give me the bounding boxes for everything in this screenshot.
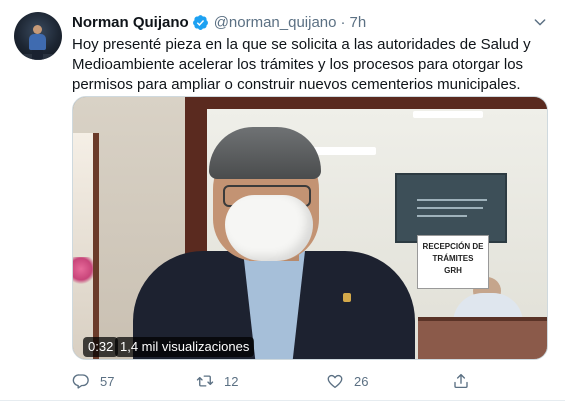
like-button[interactable]: 26 bbox=[326, 372, 368, 390]
author-avatar[interactable] bbox=[14, 12, 62, 60]
author-name[interactable]: Norman Quijano bbox=[72, 14, 189, 31]
share-button[interactable] bbox=[452, 372, 470, 390]
scene-counter bbox=[418, 317, 547, 359]
scene-ceiling-light bbox=[413, 111, 483, 118]
scene-flowers bbox=[73, 257, 93, 287]
paper-sign-line: RECEPCIÓN DE bbox=[422, 242, 484, 251]
video-views-badge: 1,4 mil visualizaciones bbox=[115, 337, 255, 357]
tweet-timestamp[interactable]: 7h bbox=[350, 14, 367, 31]
avatar-figure-body bbox=[29, 34, 46, 50]
sign-line bbox=[417, 199, 487, 201]
man-face-mask bbox=[225, 195, 313, 261]
author-handle[interactable]: @norman_quijano bbox=[214, 14, 337, 31]
reply-icon bbox=[72, 374, 89, 389]
share-icon bbox=[454, 373, 468, 389]
retweet-button[interactable]: 12 bbox=[196, 372, 238, 390]
header-separator: · bbox=[340, 13, 346, 31]
video-duration-badge: 0:32 bbox=[83, 337, 119, 357]
sign-line bbox=[417, 207, 483, 209]
man-lapel-pin bbox=[343, 293, 351, 302]
scene-ceiling-light bbox=[308, 147, 376, 155]
paper-sign-line: TRÁMITES bbox=[432, 254, 474, 263]
reply-count: 57 bbox=[100, 373, 115, 389]
scene-window bbox=[73, 133, 99, 359]
paper-sign-line: GRH bbox=[444, 266, 462, 275]
tweet-actions: 57 12 26 bbox=[72, 372, 472, 392]
avatar-figure-head bbox=[33, 25, 42, 34]
retweet-count: 12 bbox=[224, 373, 239, 389]
tweet[interactable]: Norman Quijano @norman_quijano · 7h Hoy … bbox=[0, 0, 565, 401]
video-thumbnail: RECEPCIÓN DE TRÁMITES GRH bbox=[73, 97, 547, 359]
tweet-header: Norman Quijano @norman_quijano · 7h bbox=[72, 12, 366, 32]
retweet-icon bbox=[196, 375, 214, 387]
sign-line bbox=[417, 215, 467, 217]
scene-paper-sign: RECEPCIÓN DE TRÁMITES GRH bbox=[417, 235, 489, 289]
verified-badge-icon bbox=[192, 14, 208, 30]
heart-icon bbox=[327, 374, 343, 389]
reply-button[interactable]: 57 bbox=[72, 372, 114, 390]
tweet-text: Hoy presenté pieza en la que se solicita… bbox=[72, 36, 531, 93]
scene-office-sign bbox=[395, 173, 507, 243]
avatar-figure-legs bbox=[32, 49, 43, 59]
like-count: 26 bbox=[354, 373, 369, 389]
chevron-down-icon[interactable] bbox=[532, 14, 548, 30]
video-player[interactable]: RECEPCIÓN DE TRÁMITES GRH 0:32 1,4 mil v… bbox=[72, 96, 548, 360]
